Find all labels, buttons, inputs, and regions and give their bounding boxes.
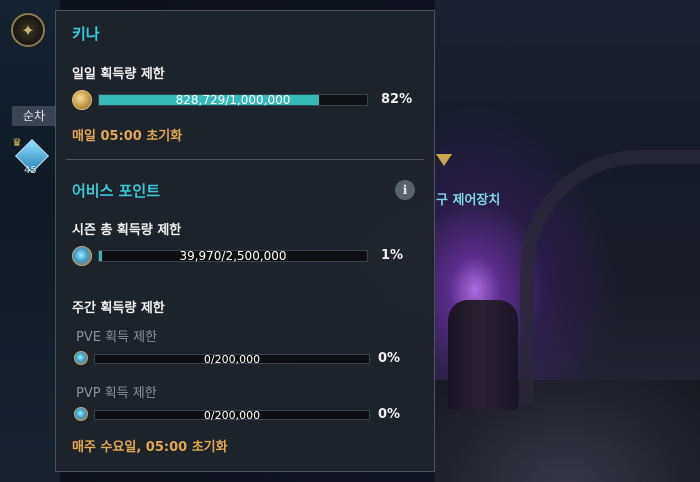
kina-title: 키나	[72, 25, 100, 43]
currency-limit-tooltip: 키나 일일 획득량 제한 828,729/1,000,000 82% 매일 05…	[55, 10, 435, 472]
abyss-title: 어비스 포인트	[72, 182, 161, 200]
kina-coin-icon	[72, 90, 92, 110]
pvp-progress-bar: 0/200,000	[94, 409, 370, 422]
abyss-season-label: 시즌 총 획득량 제한	[72, 223, 182, 238]
kina-reset-text: 매일 05:00 초기화	[72, 129, 183, 144]
pvp-percent: 0%	[378, 407, 401, 422]
pve-limit-label: PVE 획득 제한	[76, 330, 158, 345]
background-left	[0, 0, 60, 482]
crown-icon: ♛	[12, 136, 22, 149]
compass-icon[interactable]: ✦	[11, 13, 45, 47]
pvp-limit-label: PVP 획득 제한	[76, 386, 157, 401]
pve-progress-bar: 0/200,000	[94, 353, 370, 366]
background-pillar	[448, 300, 518, 410]
guardian-level: 45	[24, 165, 37, 176]
kina-daily-label: 일일 획득량 제한	[72, 67, 165, 82]
abyss-weekly-label: 주간 획득량 제한	[72, 301, 165, 316]
objective-marker-icon	[436, 154, 452, 166]
kina-daily-progress-bar: 828,729/1,000,000	[98, 93, 368, 107]
rank-tab[interactable]: 순차	[12, 106, 56, 126]
abyss-season-progress-bar: 39,970/2,500,000	[98, 249, 368, 263]
pve-percent: 0%	[378, 351, 401, 366]
kina-daily-value: 828,729/1,000,000	[175, 93, 291, 107]
pvp-abyss-point-icon	[74, 407, 88, 421]
abyss-point-icon	[72, 246, 92, 266]
pvp-value: 0/200,000	[203, 409, 261, 422]
pve-value: 0/200,000	[203, 353, 261, 366]
info-icon[interactable]: i	[395, 180, 415, 200]
section-divider	[66, 159, 424, 160]
objective-label: 구 제어장치	[436, 193, 501, 208]
abyss-season-value: 39,970/2,500,000	[179, 249, 287, 263]
kina-daily-percent: 82%	[381, 92, 413, 107]
pve-abyss-point-icon	[74, 351, 88, 365]
abyss-season-percent: 1%	[381, 248, 404, 263]
abyss-reset-text: 매주 수요일, 05:00 초기화	[72, 440, 228, 455]
